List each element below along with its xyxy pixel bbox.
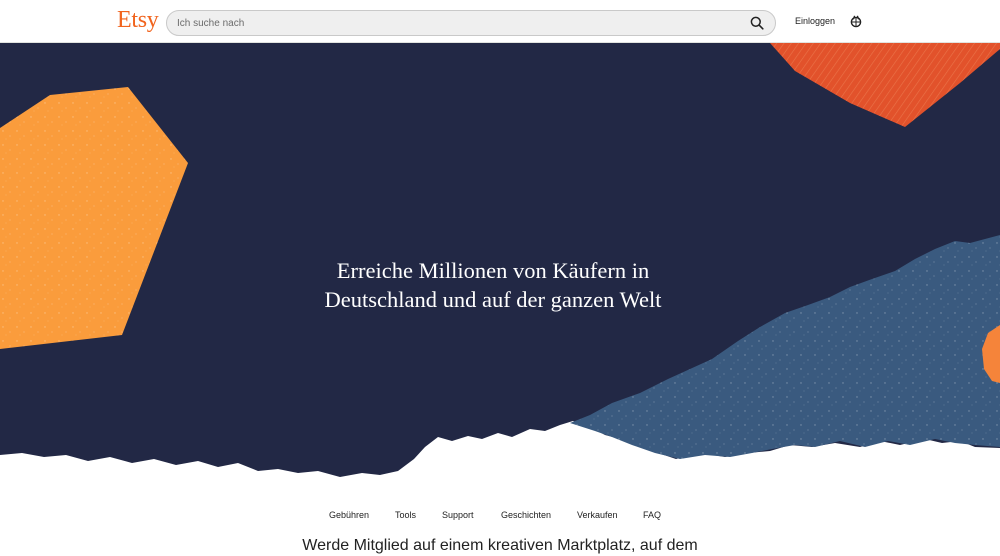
site-header: Etsy Einloggen (0, 0, 1000, 43)
hero-title: Erreiche Millionen von Käufern in Deutsc… (250, 256, 736, 314)
hero-title-line1: Erreiche Millionen von Käufern in (336, 258, 650, 283)
search-input[interactable] (177, 14, 737, 32)
subnav-item-verkaufen[interactable]: Verkaufen (577, 510, 618, 520)
subnav-item-support[interactable]: Support (442, 510, 474, 520)
join-heading: Werde Mitglied auf einem kreativen Markt… (302, 537, 698, 554)
seller-subnav: Gebühren Tools Support Geschichten Verka… (0, 510, 1000, 526)
subnav-item-gebuehren[interactable]: Gebühren (329, 510, 369, 520)
search-bar (166, 10, 776, 36)
search-button[interactable] (748, 14, 766, 32)
etsy-logo[interactable]: Etsy (117, 7, 159, 34)
subnav-item-faq[interactable]: FAQ (643, 510, 661, 520)
cart-icon[interactable] (849, 14, 863, 28)
hero-title-line2: Deutschland und auf der ganzen Welt (324, 287, 662, 312)
search-icon (750, 16, 764, 30)
signin-link[interactable]: Einloggen (795, 16, 835, 26)
hero-section: Erreiche Millionen von Käufern in Deutsc… (0, 43, 1000, 490)
subnav-item-tools[interactable]: Tools (395, 510, 416, 520)
subnav-item-geschichten[interactable]: Geschichten (501, 510, 551, 520)
